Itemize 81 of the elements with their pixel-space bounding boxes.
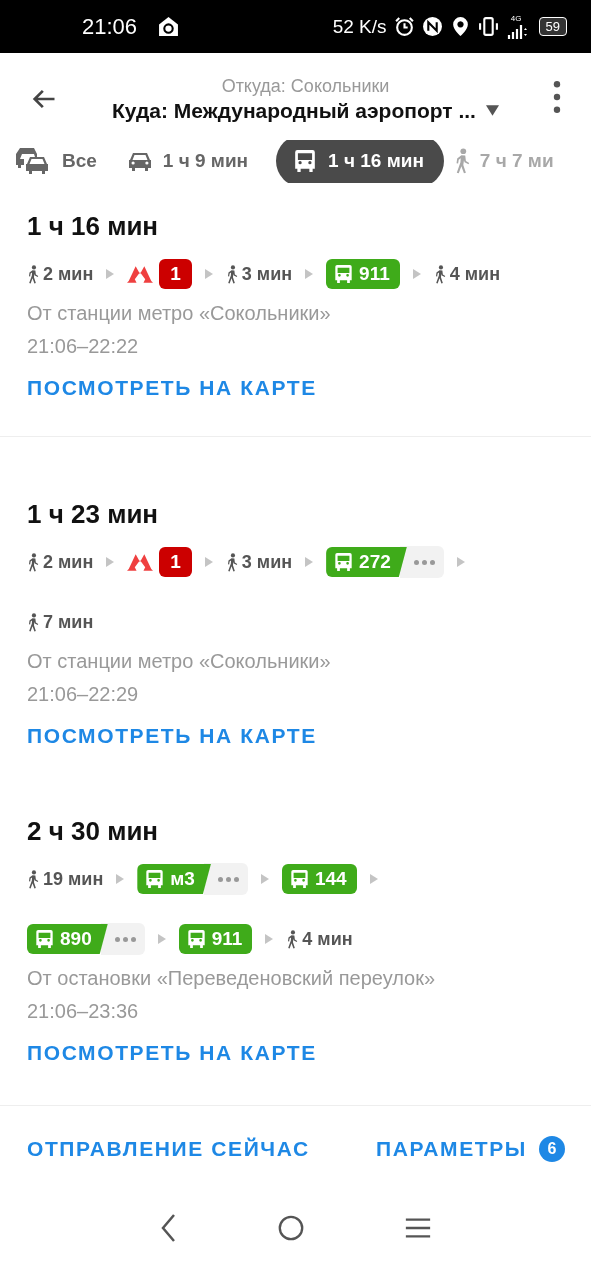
walk-time-label: 2 мин bbox=[43, 263, 94, 285]
notification-icon bbox=[158, 16, 180, 37]
bus-icon bbox=[35, 929, 54, 949]
transport-tab[interactable]: 1 ч 16 мин bbox=[276, 139, 444, 183]
alternatives-icon bbox=[399, 546, 444, 578]
transport-tab[interactable]: 7 ч 7 ми bbox=[453, 139, 554, 183]
walking-person-icon bbox=[225, 264, 238, 284]
arrow-icon bbox=[455, 556, 466, 568]
battery-indicator: 59 bbox=[538, 17, 567, 36]
menu-nav-button[interactable] bbox=[403, 1216, 432, 1240]
depart-now-link[interactable]: ОТПРАВЛЕНИЕ СЕЙЧАС bbox=[27, 1137, 310, 1161]
time-range: 21:06–22:22 bbox=[27, 335, 140, 358]
bus-route-badge: 272 bbox=[326, 547, 407, 577]
bus-icon bbox=[186, 929, 206, 949]
arrow-icon bbox=[115, 873, 126, 885]
route-duration: 1 ч 23 мин bbox=[27, 499, 160, 530]
bus-icon bbox=[334, 552, 354, 572]
metro-line-badge: 1 bbox=[159, 547, 192, 577]
parameters-link[interactable]: ПАРАМЕТРЫ bbox=[376, 1137, 527, 1161]
alternatives-icon bbox=[203, 863, 248, 895]
departure-stop: От остановки «Переведеновский переулок» bbox=[27, 967, 437, 990]
time-range: 21:06–23:36 bbox=[27, 1000, 140, 1023]
vibrate-icon bbox=[477, 16, 499, 37]
arrow-icon bbox=[304, 268, 315, 280]
signal-icon bbox=[505, 22, 528, 39]
metro-icon bbox=[127, 552, 154, 572]
departure-stop: От станции метро «Сокольники» bbox=[27, 650, 332, 673]
arrow-icon bbox=[203, 556, 214, 568]
show-on-map-link[interactable]: ПОСМОТРЕТЬ НА КАРТЕ bbox=[27, 376, 317, 400]
dropdown-icon bbox=[485, 105, 499, 117]
bus-route-badge: м3 bbox=[137, 864, 211, 894]
bus-route-badge: 144 bbox=[281, 864, 357, 894]
bus-route-badge: 911 bbox=[326, 259, 400, 289]
walk-time-label: 7 мин bbox=[43, 611, 94, 633]
bus-icon bbox=[289, 869, 309, 889]
arrow-icon bbox=[264, 933, 275, 945]
walking-person-icon bbox=[27, 552, 39, 572]
time-range: 21:06–22:29 bbox=[27, 683, 140, 706]
walking-person-icon bbox=[286, 929, 299, 949]
arrow-icon bbox=[411, 268, 422, 280]
origin-label: Откуда: Сокольники bbox=[221, 75, 390, 97]
clock: 21:06 bbox=[82, 13, 138, 40]
metro-icon bbox=[127, 264, 154, 284]
walk-time-label: 3 мин bbox=[241, 263, 293, 285]
bus-icon bbox=[145, 869, 165, 889]
alarm-icon bbox=[393, 16, 415, 37]
bus-icon bbox=[334, 264, 354, 284]
walk-time-label: 19 мин bbox=[43, 868, 104, 890]
walk-time-label: 3 мин bbox=[241, 551, 293, 573]
alternatives-icon bbox=[100, 923, 145, 955]
arrow-icon bbox=[368, 873, 379, 885]
network-speed: 52 K/s bbox=[332, 15, 387, 38]
walking-person-icon bbox=[225, 552, 238, 572]
arrow-icon bbox=[156, 933, 167, 945]
bus-route-badge: 911 bbox=[178, 924, 253, 954]
bus-route-badge: 890 bbox=[27, 924, 108, 954]
route-duration: 2 ч 30 мин bbox=[27, 816, 160, 847]
show-on-map-link[interactable]: ПОСМОТРЕТЬ НА КАРТЕ bbox=[27, 1041, 317, 1065]
transport-tab[interactable]: 1 ч 9 мин bbox=[124, 139, 271, 183]
arrow-icon bbox=[259, 873, 270, 885]
network-type: 4G bbox=[510, 14, 522, 23]
nfc-icon bbox=[421, 16, 443, 37]
route-duration: 1 ч 16 мин bbox=[27, 211, 160, 242]
walking-person-icon bbox=[27, 612, 39, 632]
show-on-map-link[interactable]: ПОСМОТРЕТЬ НА КАРТЕ bbox=[27, 724, 317, 748]
arrow-icon bbox=[203, 268, 214, 280]
walking-person-icon bbox=[27, 264, 39, 284]
destination-selector[interactable]: Куда: Международный аэропорт ... bbox=[112, 98, 499, 123]
metro-line-badge: 1 bbox=[159, 259, 192, 289]
walk-time-label: 4 мин bbox=[302, 928, 353, 950]
arrow-icon bbox=[105, 268, 116, 280]
walking-person-icon bbox=[27, 869, 39, 889]
arrow-icon bbox=[304, 556, 315, 568]
arrow-icon bbox=[105, 556, 116, 568]
walking-person-icon bbox=[433, 264, 446, 284]
home-nav-button[interactable] bbox=[277, 1214, 306, 1242]
count-badge: 6 bbox=[539, 1136, 565, 1162]
walk-time-label: 4 мин bbox=[449, 263, 501, 285]
transport-tab[interactable]: Все bbox=[14, 139, 119, 183]
departure-stop: От станции метро «Сокольники» bbox=[27, 302, 332, 325]
walk-time-label: 2 мин bbox=[43, 551, 94, 573]
